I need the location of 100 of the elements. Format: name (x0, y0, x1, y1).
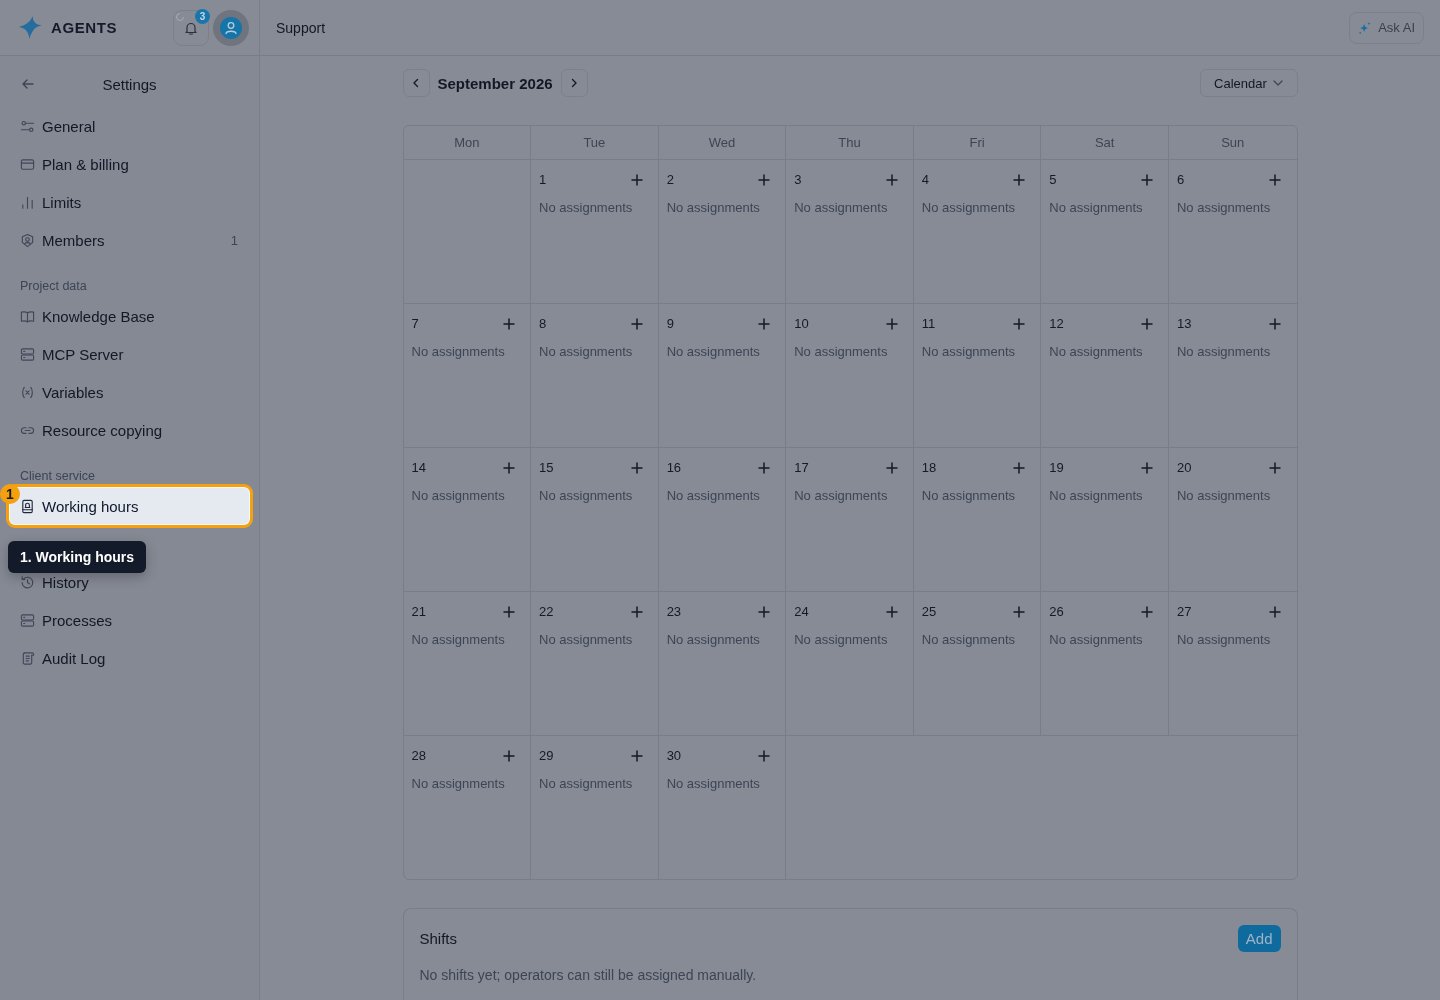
plus-icon[interactable] (758, 318, 771, 330)
weekday-label: Sat (1094, 135, 1115, 150)
assignment-status: No assignments (1176, 488, 1271, 504)
plus-icon[interactable] (503, 462, 516, 474)
plus-icon[interactable] (1269, 174, 1282, 186)
credit-card-icon (20, 156, 35, 172)
section-label: Project data (20, 279, 87, 293)
day-number: 5 (1049, 172, 1057, 188)
assignment-status: No assignments (539, 344, 633, 360)
section-label: Client service (20, 469, 96, 483)
assignment-status: No assignments (539, 632, 633, 648)
day-number: 28 (411, 748, 426, 764)
notification-count-badge: 3 (195, 8, 210, 24)
breadcrumb: Support (276, 19, 326, 36)
plus-icon[interactable] (758, 462, 771, 474)
assignment-status: No assignments (1176, 200, 1271, 216)
server-icon (20, 612, 35, 628)
plus-icon[interactable] (1140, 174, 1153, 186)
assignment-status: No assignments (921, 344, 1015, 360)
plus-icon[interactable] (1013, 318, 1026, 330)
assignment-status: No assignments (411, 488, 505, 504)
plus-icon[interactable] (885, 318, 898, 330)
assignment-status: No assignments (921, 632, 1015, 648)
sidebar-item[interactable]: Plan & billing (9, 145, 250, 183)
plus-icon[interactable] (1013, 174, 1026, 186)
day-number: 14 (411, 460, 426, 476)
plus-icon[interactable] (758, 174, 771, 186)
day-number: 13 (1176, 316, 1192, 332)
chevron-left-icon (411, 78, 421, 88)
month-title: September 2026 (437, 74, 553, 92)
plus-icon[interactable] (885, 174, 898, 186)
plus-icon[interactable] (758, 750, 771, 762)
day-number: 7 (411, 316, 419, 332)
assignment-status: No assignments (666, 488, 760, 504)
assignment-status: No assignments (666, 200, 760, 216)
add-shift-button[interactable]: Add (1237, 925, 1281, 952)
plus-icon[interactable] (1269, 318, 1282, 330)
sparkle-icon (1358, 20, 1373, 35)
chevron-down-icon (1272, 80, 1283, 86)
plus-icon[interactable] (885, 606, 898, 618)
day-number: 19 (1049, 460, 1064, 476)
day-number: 9 (666, 316, 674, 332)
day-number: 10 (794, 316, 809, 332)
day-number: 27 (1176, 604, 1192, 620)
plus-icon[interactable] (503, 318, 516, 330)
day-number: 4 (921, 172, 929, 188)
loading-ring-icon (175, 11, 185, 22)
sidebar-item[interactable]: Resource copying (9, 411, 250, 449)
plus-icon[interactable] (1013, 606, 1026, 618)
weekday-label: Fri (969, 135, 985, 150)
plus-icon[interactable] (630, 318, 643, 330)
assignment-status: No assignments (1049, 344, 1143, 360)
plus-icon[interactable] (1140, 462, 1153, 474)
plus-icon[interactable] (885, 462, 898, 474)
empty-message: No shifts yet; operators can still be assigned manually. (419, 966, 758, 984)
plus-icon[interactable] (630, 750, 643, 762)
day-number: 20 (1176, 460, 1192, 476)
sidebar-item[interactable]: MCP Server (9, 335, 250, 373)
plus-icon[interactable] (1140, 318, 1153, 330)
plus-icon[interactable] (1013, 462, 1026, 474)
plus-icon[interactable] (758, 606, 771, 618)
day-number: 8 (539, 316, 547, 332)
weekday-label: Sun (1221, 135, 1245, 150)
assignment-status: No assignments (1049, 488, 1143, 504)
plus-icon[interactable] (1269, 606, 1282, 618)
user-avatar-icon (220, 16, 242, 39)
plus-icon[interactable] (1140, 606, 1153, 618)
day-number: 25 (921, 604, 937, 620)
notifications-button[interactable]: 3 (173, 9, 209, 46)
day-number: 22 (539, 604, 554, 620)
tour-tooltip: 1. Working hours (8, 541, 147, 573)
sidebar-item[interactable]: Variables (9, 373, 250, 411)
assignment-status: No assignments (794, 632, 888, 648)
plus-icon[interactable] (630, 174, 643, 186)
sidebar-item[interactable]: Limits (9, 183, 250, 221)
ask-ai-button[interactable]: Ask AI (1349, 11, 1424, 44)
sidebar-item[interactable]: Processes (9, 601, 250, 639)
sidebar-item[interactable]: Knowledge Base (9, 297, 250, 335)
view-dropdown[interactable]: Calendar (1199, 69, 1298, 97)
day-number: 23 (666, 604, 682, 620)
plus-icon[interactable] (630, 606, 643, 618)
shield-user-icon (20, 232, 35, 248)
plus-icon[interactable] (503, 606, 516, 618)
day-number: 30 (666, 748, 682, 764)
day-number: 6 (1176, 172, 1185, 188)
book-icon (20, 308, 35, 324)
assignment-status: No assignments (539, 776, 633, 792)
sidebar-item[interactable]: General (9, 107, 250, 145)
notebook-icon (20, 498, 35, 514)
sidebar-item[interactable]: Audit Log (9, 639, 250, 677)
plus-icon[interactable] (503, 750, 516, 762)
day-number: 26 (1049, 604, 1064, 620)
sidebar-item[interactable]: Members 1 (9, 221, 250, 259)
plus-icon[interactable] (1269, 462, 1282, 474)
avatar-button[interactable] (213, 9, 249, 46)
plus-icon[interactable] (630, 462, 643, 474)
day-number: 16 (666, 460, 682, 476)
assignment-status: No assignments (411, 344, 505, 360)
weekday-label: Wed (708, 135, 736, 150)
member-count: 1 (230, 232, 238, 248)
